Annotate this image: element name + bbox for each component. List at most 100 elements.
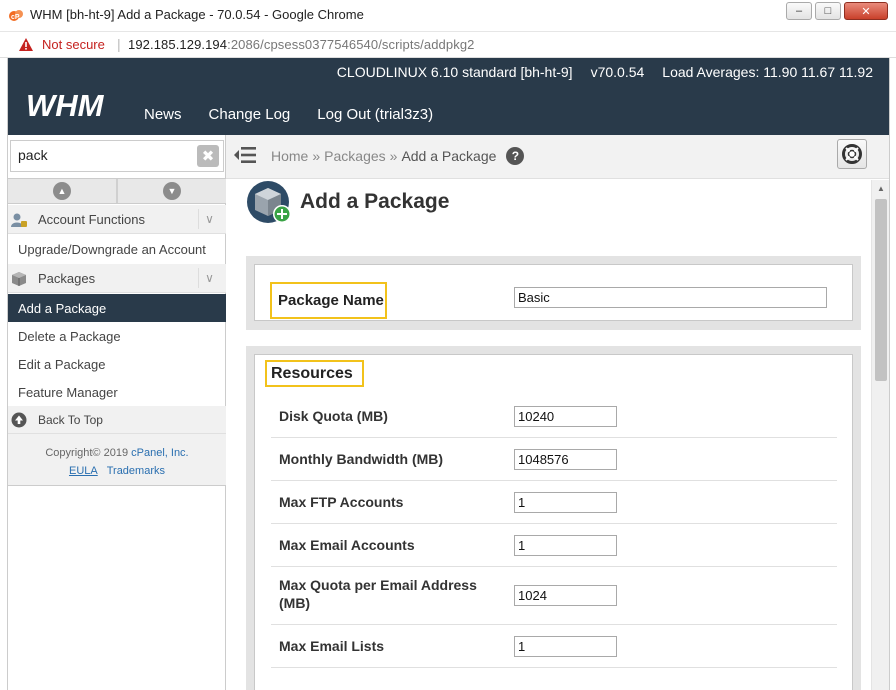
maximize-button[interactable]: □ xyxy=(815,2,841,20)
main-content: Add a Package Package Name Resources Dis… xyxy=(226,180,871,690)
window-frame-left xyxy=(0,58,8,690)
lifebuoy-icon xyxy=(842,144,862,164)
sidebar-item-edit-package[interactable]: Edit a Package xyxy=(8,350,226,378)
close-button[interactable]: ✕ xyxy=(844,2,888,20)
add-package-icon xyxy=(247,181,291,223)
resource-label: Disk Quota (MB) xyxy=(279,408,388,424)
trademarks-link[interactable]: Trademarks xyxy=(107,465,165,477)
max-email-quota-input[interactable] xyxy=(514,585,617,606)
sidebar-search: ✖ xyxy=(10,140,224,172)
help-icon[interactable]: ? xyxy=(506,147,525,165)
breadcrumb-current: Add a Package xyxy=(401,148,497,164)
max-email-lists-input[interactable] xyxy=(514,636,617,657)
resource-row-email-quota: Max Quota per Email Address (MB) xyxy=(271,567,837,625)
disk-quota-input[interactable] xyxy=(514,406,617,427)
max-ftp-input[interactable] xyxy=(514,492,617,513)
category-label: Packages xyxy=(38,271,96,286)
content-scrollbar[interactable]: ▲ xyxy=(871,180,889,690)
package-name-panel-body: Package Name xyxy=(254,264,853,321)
sidebar-item-add-package[interactable]: Add a Package xyxy=(8,294,226,322)
resource-row-disk-quota: Disk Quota (MB) xyxy=(271,395,837,438)
scroll-thumb[interactable] xyxy=(875,199,887,381)
window-controls: – □ ✕ xyxy=(786,2,888,20)
breadcrumb-packages[interactable]: Packages xyxy=(324,148,385,164)
sidebar-item-label: Add a Package xyxy=(18,301,107,316)
copyright-text: Copyright© 2019 xyxy=(45,447,129,459)
top-nav: News Change Log Log Out (trial3z3) xyxy=(144,106,433,123)
resources-heading-text: Resources xyxy=(271,364,353,382)
cpanel-link[interactable]: cPanel, Inc. xyxy=(131,447,188,459)
chevron-down-icon: ▼ xyxy=(163,182,181,200)
back-to-top-button[interactable]: Back To Top xyxy=(8,406,226,434)
sidebar-footer: Copyright© 2019 cPanel, Inc. EULA Tradem… xyxy=(8,434,226,486)
whm-logo[interactable]: WHM xyxy=(24,88,128,122)
sidebar-item-feature-manager[interactable]: Feature Manager xyxy=(8,378,226,406)
sidebar-item-upgrade-downgrade[interactable]: Upgrade/Downgrade an Account xyxy=(8,235,226,263)
chevron-down-icon[interactable]: ∨ xyxy=(198,209,220,229)
resources-panel-body: Resources Disk Quota (MB) Monthly Bandwi… xyxy=(254,354,853,690)
expand-down-button[interactable]: ▼ xyxy=(118,179,226,203)
window-title: WHM [bh-ht-9] Add a Package - 70.0.54 - … xyxy=(30,7,364,22)
breadcrumb-bar: Home » Packages » Add a Package ? xyxy=(226,135,889,179)
search-input[interactable] xyxy=(18,147,188,163)
url-path: :2086/cpsess0377546540/scripts/addpkg2 xyxy=(227,37,475,52)
sidebar: ✖ ▲ ▼ Account Functions ∨ Upgrade/Downgr… xyxy=(8,135,226,690)
sidebar-category-packages[interactable]: Packages ∨ xyxy=(8,264,226,293)
nav-logout[interactable]: Log Out (trial3z3) xyxy=(317,106,433,123)
svg-text:cP: cP xyxy=(11,14,20,21)
user-icon xyxy=(11,213,27,227)
nav-change-log[interactable]: Change Log xyxy=(209,106,291,123)
package-name-input[interactable] xyxy=(514,287,827,308)
sidebar-item-label: Feature Manager xyxy=(18,385,118,400)
address-separator: | xyxy=(117,36,121,52)
resource-row-bandwidth: Monthly Bandwidth (MB) xyxy=(271,438,837,481)
resource-row-ftp: Max FTP Accounts xyxy=(271,481,837,524)
not-secure-label[interactable]: Not secure xyxy=(42,37,105,52)
window-frame-right xyxy=(889,58,896,690)
bandwidth-input[interactable] xyxy=(514,449,617,470)
sidebar-item-label: Upgrade/Downgrade an Account xyxy=(18,242,206,257)
max-email-accounts-input[interactable] xyxy=(514,535,617,556)
resource-row-email-accounts: Max Email Accounts xyxy=(271,524,837,567)
eula-link[interactable]: EULA xyxy=(69,465,98,477)
resources-panel: Resources Disk Quota (MB) Monthly Bandwi… xyxy=(246,346,861,690)
nav-news[interactable]: News xyxy=(144,106,182,123)
resource-label: Max Email Lists xyxy=(279,638,385,654)
package-icon xyxy=(12,272,26,286)
whm-header: WHM News Change Log Log Out (trial3z3) C… xyxy=(8,58,889,135)
breadcrumb-home[interactable]: Home xyxy=(271,148,308,164)
resource-label: Monthly Bandwidth (MB) xyxy=(279,451,444,467)
package-name-label: Package Name xyxy=(270,282,387,319)
server-os: CLOUDLINUX 6.10 standard [bh-ht-9] xyxy=(336,64,573,80)
url-host: 192.185.129.194 xyxy=(128,37,228,52)
server-status: CLOUDLINUX 6.10 standard [bh-ht-9] v70.0… xyxy=(337,64,873,80)
cpanel-app-icon: cP xyxy=(9,10,23,21)
load-averages: Load Averages: 11.90 11.67 11.92 xyxy=(662,64,873,80)
window-titlebar: cP WHM [bh-ht-9] Add a Package - 70.0.54… xyxy=(0,0,896,32)
back-to-top-label: Back To Top xyxy=(38,413,103,427)
clear-search-icon[interactable]: ✖ xyxy=(197,145,219,167)
support-button[interactable] xyxy=(837,139,867,169)
breadcrumb-separator: » xyxy=(389,148,398,164)
legal-links: EULA Trademarks xyxy=(8,462,226,480)
sidebar-item-label: Delete a Package xyxy=(18,329,121,344)
sidebar-category-account-functions[interactable]: Account Functions ∨ xyxy=(8,205,226,234)
scroll-up-icon[interactable]: ▲ xyxy=(877,184,885,193)
package-name-label-text: Package Name xyxy=(278,292,384,309)
arrow-up-icon xyxy=(11,412,27,428)
resources-heading: Resources xyxy=(265,360,364,387)
breadcrumb-separator: » xyxy=(312,148,321,164)
copyright-line: Copyright© 2019 cPanel, Inc. xyxy=(8,444,226,462)
minimize-button[interactable]: – xyxy=(786,2,812,20)
breadcrumb: Home » Packages » Add a Package ? xyxy=(271,147,525,165)
resource-label: Max Email Accounts xyxy=(279,537,415,553)
collapse-controls: ▲ ▼ xyxy=(8,178,226,204)
chevron-down-icon[interactable]: ∨ xyxy=(198,268,220,288)
sidebar-item-delete-package[interactable]: Delete a Package xyxy=(8,322,226,350)
menu-toggle-icon[interactable] xyxy=(233,144,257,166)
url-text[interactable]: 192.185.129.194:2086/cpsess0377546540/sc… xyxy=(128,37,474,52)
address-bar[interactable]: Not secure | 192.185.129.194:2086/cpsess… xyxy=(0,32,896,58)
collapse-up-button[interactable]: ▲ xyxy=(8,179,118,203)
page-title: Add a Package xyxy=(300,190,450,213)
warning-icon xyxy=(19,38,33,51)
